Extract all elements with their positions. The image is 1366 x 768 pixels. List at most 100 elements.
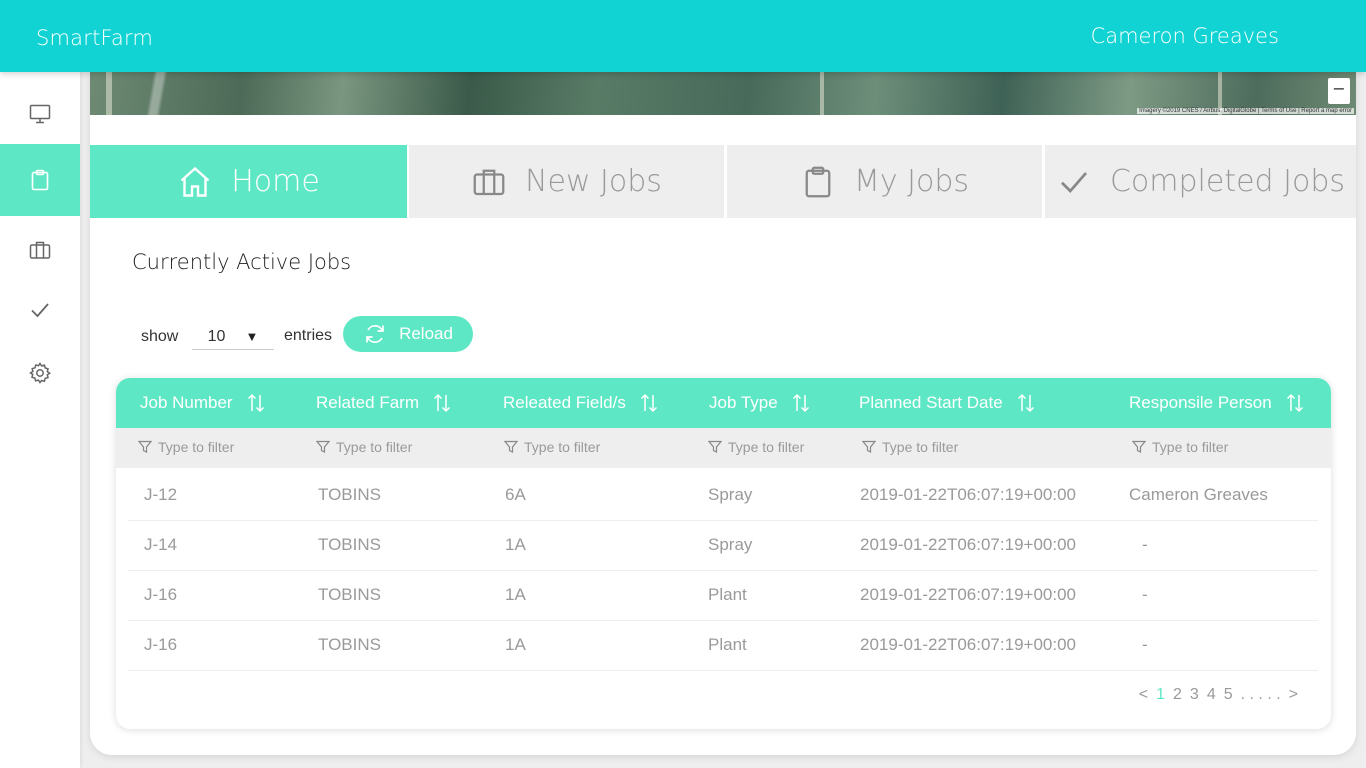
sort-icon bbox=[640, 393, 657, 413]
map-view[interactable]: − Imagery ©2019 CNES / Airbus, DigitalGl… bbox=[90, 72, 1356, 115]
caret-down-icon: ▼ bbox=[245, 329, 259, 344]
filter-planned-start-date bbox=[862, 436, 1002, 458]
filter-icon bbox=[708, 440, 722, 453]
clipboard-icon bbox=[805, 166, 831, 197]
column-label: Responsile Person bbox=[1129, 393, 1272, 412]
table-row[interactable]: J-14 TOBINS 1A Spray 2019-01-22T06:07:19… bbox=[128, 521, 1318, 571]
filter-input-related-farm[interactable] bbox=[336, 439, 456, 455]
checkmark-icon bbox=[31, 303, 49, 318]
sidebar-item-settings[interactable] bbox=[0, 343, 80, 403]
tab-label: My Jobs bbox=[853, 164, 970, 199]
pagination-page-3[interactable]: 3 bbox=[1190, 686, 1199, 704]
filter-icon bbox=[1132, 440, 1146, 453]
sort-icon bbox=[1017, 393, 1034, 413]
table-row[interactable]: J-12 TOBINS 6A Spray 2019-01-22T06:07:19… bbox=[128, 471, 1318, 521]
column-label: Job Number bbox=[140, 393, 233, 412]
filter-icon bbox=[316, 440, 330, 453]
cell-job-number: J-14 bbox=[144, 535, 178, 554]
cell-job-number: J-16 bbox=[144, 585, 178, 604]
tab-new-jobs[interactable]: New Jobs bbox=[409, 145, 724, 218]
sort-icon bbox=[247, 393, 264, 413]
column-header-job-number[interactable]: Job Number bbox=[140, 392, 265, 414]
filter-input-responsible-person[interactable] bbox=[1152, 439, 1272, 455]
cell-related-fields: 1A bbox=[505, 635, 526, 654]
reload-button[interactable]: Reload bbox=[343, 316, 473, 352]
pagination-page-1[interactable]: 1 bbox=[1156, 686, 1165, 704]
cell-job-type: Plant bbox=[708, 585, 747, 604]
sort-icon bbox=[433, 393, 451, 413]
main-panel: − Imagery ©2019 CNES / Airbus, DigitalGl… bbox=[90, 72, 1356, 755]
filter-input-planned-start-date[interactable] bbox=[882, 439, 1002, 455]
filter-input-job-type[interactable] bbox=[728, 439, 848, 455]
cell-related-fields: 6A bbox=[505, 485, 526, 504]
tab-my-jobs[interactable]: My Jobs bbox=[727, 145, 1042, 218]
filter-icon bbox=[862, 440, 876, 453]
pagination-prev[interactable]: < bbox=[1139, 686, 1148, 704]
reload-label: Reload bbox=[399, 324, 453, 343]
pagination-ellipsis: . . . . . bbox=[1240, 686, 1281, 703]
filter-responsible-person bbox=[1132, 436, 1272, 458]
cell-related-farm: TOBINS bbox=[318, 535, 381, 554]
sidebar-item-completed[interactable] bbox=[0, 280, 80, 340]
home-icon bbox=[180, 166, 210, 197]
filter-job-type bbox=[708, 436, 848, 458]
monitor-icon bbox=[29, 104, 51, 124]
pagination-next[interactable]: > bbox=[1289, 686, 1298, 704]
sort-icon bbox=[1286, 393, 1303, 413]
table-header: Job Number Related Farm Releated Field/s… bbox=[116, 378, 1331, 428]
filter-related-farm bbox=[316, 436, 456, 458]
filter-input-related-fields[interactable] bbox=[524, 439, 644, 455]
jobs-table: Job Number Related Farm Releated Field/s… bbox=[116, 378, 1331, 729]
tab-completed-jobs[interactable]: Completed Jobs bbox=[1045, 145, 1356, 218]
cell-job-type: Spray bbox=[708, 535, 753, 554]
column-header-related-farm[interactable]: Related Farm bbox=[316, 392, 451, 414]
column-header-responsible-person[interactable]: Responsile Person bbox=[1129, 392, 1304, 414]
map-road bbox=[106, 72, 112, 115]
table-row[interactable]: J-16 TOBINS 1A Plant 2019-01-22T06:07:19… bbox=[128, 621, 1318, 671]
column-label: Related Farm bbox=[316, 393, 419, 412]
sidebar-item-dashboard[interactable] bbox=[0, 84, 80, 144]
map-zoom-out-button[interactable]: − bbox=[1328, 78, 1350, 104]
top-bar: SmartFarm Cameron Greaves bbox=[0, 0, 1366, 72]
cell-responsible-person: - bbox=[1142, 585, 1148, 604]
cell-responsible-person: - bbox=[1142, 635, 1148, 654]
filter-icon bbox=[504, 440, 518, 453]
cell-related-fields: 1A bbox=[505, 585, 526, 604]
user-name[interactable]: Cameron Greaves bbox=[1091, 24, 1279, 48]
cell-related-fields: 1A bbox=[505, 535, 526, 554]
cell-related-farm: TOBINS bbox=[318, 635, 381, 654]
tab-home[interactable]: Home bbox=[90, 145, 407, 218]
map-credit: Imagery ©2019 CNES / Airbus, DigitalGlob… bbox=[1137, 108, 1354, 114]
column-label: Job Type bbox=[709, 393, 778, 412]
pagination: < 1 2 3 4 5 . . . . . > bbox=[1139, 686, 1298, 704]
column-header-job-type[interactable]: Job Type bbox=[709, 392, 810, 414]
section-title: Currently Active Jobs bbox=[132, 250, 352, 274]
column-header-related-fields[interactable]: Releated Field/s bbox=[503, 392, 658, 414]
cell-planned-start-date: 2019-01-22T06:07:19+00:00 bbox=[860, 585, 1076, 604]
table-row[interactable]: J-16 TOBINS 1A Plant 2019-01-22T06:07:19… bbox=[128, 571, 1318, 621]
sort-icon bbox=[792, 393, 809, 413]
sidebar bbox=[0, 72, 80, 768]
pagination-page-2[interactable]: 2 bbox=[1173, 686, 1182, 704]
pagination-page-4[interactable]: 4 bbox=[1207, 686, 1216, 704]
pagination-page-5[interactable]: 5 bbox=[1224, 686, 1233, 704]
filter-job-number bbox=[138, 436, 278, 458]
sidebar-item-new-jobs[interactable] bbox=[0, 220, 80, 280]
map-road bbox=[820, 72, 824, 115]
cell-job-type: Spray bbox=[708, 485, 753, 504]
column-label: Releated Field/s bbox=[503, 393, 626, 412]
refresh-icon bbox=[366, 325, 384, 343]
filter-input-job-number[interactable] bbox=[158, 439, 278, 455]
entries-value: 10 bbox=[207, 327, 226, 345]
tab-label: New Jobs bbox=[525, 164, 662, 199]
cell-planned-start-date: 2019-01-22T06:07:19+00:00 bbox=[860, 485, 1076, 504]
cell-related-farm: TOBINS bbox=[318, 485, 381, 504]
gear-icon bbox=[29, 362, 52, 384]
sidebar-item-jobs[interactable] bbox=[0, 144, 80, 216]
filter-row bbox=[116, 428, 1331, 468]
app-title[interactable]: SmartFarm bbox=[36, 26, 153, 50]
tab-bar: Home New Jobs My Jobs Completed Jobs bbox=[90, 145, 1356, 218]
column-header-planned-start-date[interactable]: Planned Start Date bbox=[859, 392, 1035, 414]
cell-responsible-person: - bbox=[1142, 535, 1148, 554]
entries-select[interactable]: 10 ▼ bbox=[192, 324, 274, 350]
